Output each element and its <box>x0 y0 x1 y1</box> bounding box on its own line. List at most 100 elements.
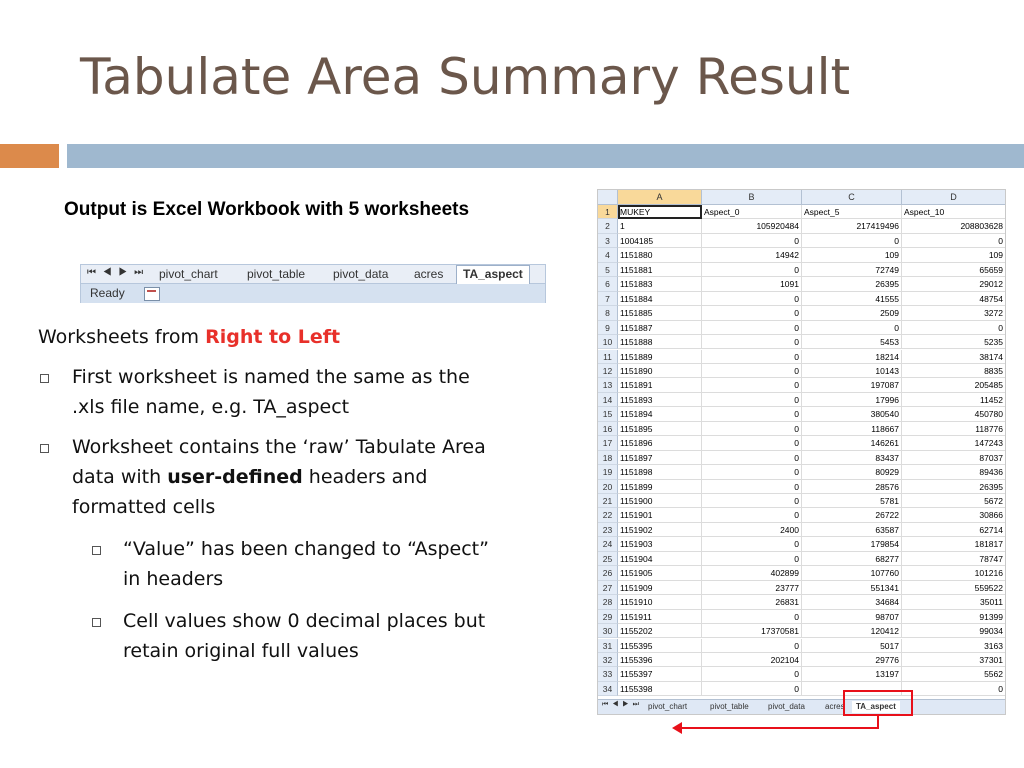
row-number[interactable]: 33 <box>598 667 618 682</box>
table-cell[interactable]: 179854 <box>802 537 902 552</box>
table-cell[interactable]: 1155398 <box>618 681 702 697</box>
row-number[interactable]: 5 <box>598 262 618 278</box>
table-cell[interactable]: 29012 <box>902 277 1005 292</box>
row-number[interactable]: 14 <box>598 392 618 408</box>
row-number[interactable]: 29 <box>598 609 618 625</box>
table-cell[interactable]: 0 <box>702 378 802 393</box>
table-cell[interactable]: 1151896 <box>618 436 702 451</box>
table-cell[interactable]: 0 <box>702 537 802 552</box>
table-cell[interactable]: 146261 <box>802 436 902 451</box>
table-cell[interactable]: 1151894 <box>618 407 702 422</box>
table-cell[interactable]: 26722 <box>802 508 902 523</box>
table-cell[interactable]: 0 <box>702 450 802 466</box>
table-cell[interactable]: 5672 <box>902 494 1005 509</box>
table-cell[interactable]: 1151905 <box>618 566 702 581</box>
table-cell[interactable]: 1155397 <box>618 667 702 682</box>
row-number[interactable]: 22 <box>598 508 618 523</box>
table-cell[interactable]: 28576 <box>802 479 902 494</box>
table-cell[interactable]: 1151884 <box>618 291 702 307</box>
table-cell[interactable]: 1004185 <box>618 233 702 249</box>
table-cell[interactable]: 72749 <box>802 262 902 278</box>
table-cell[interactable]: 1151893 <box>618 392 702 408</box>
table-cell[interactable]: 1151888 <box>618 335 702 350</box>
table-cell[interactable]: 99034 <box>902 624 1005 639</box>
tab-acres[interactable]: acres <box>408 266 449 282</box>
table-cell[interactable]: 5235 <box>902 335 1005 350</box>
table-cell[interactable]: 0 <box>702 335 802 350</box>
table-cell[interactable]: 1 <box>618 219 702 234</box>
column-header-a[interactable]: A <box>618 190 702 205</box>
table-cell[interactable]: 0 <box>702 465 802 480</box>
table-cell[interactable]: 80929 <box>802 465 902 480</box>
normal-view-icon[interactable] <box>144 287 160 301</box>
table-cell[interactable]: 91399 <box>902 610 1005 625</box>
table-cell[interactable]: 147243 <box>902 436 1005 451</box>
table-cell[interactable]: 1151883 <box>618 277 702 292</box>
table-cell[interactable]: 1155202 <box>618 624 702 639</box>
table-cell[interactable]: 0 <box>702 306 802 321</box>
table-cell[interactable]: 181817 <box>902 537 1005 552</box>
table-cell[interactable]: 35011 <box>902 595 1005 610</box>
row-number[interactable]: 2 <box>598 219 618 234</box>
table-cell[interactable]: 0 <box>702 363 802 379</box>
table-cell[interactable]: 0 <box>702 392 802 408</box>
table-cell[interactable]: 1091 <box>702 277 802 292</box>
table-cell[interactable]: 48754 <box>902 292 1005 307</box>
table-cell[interactable]: 1151909 <box>618 580 702 596</box>
table-cell[interactable]: 1151891 <box>618 378 702 393</box>
table-cell[interactable]: 10143 <box>802 363 902 379</box>
table-cell[interactable]: 26831 <box>702 595 802 610</box>
row-number[interactable]: 17 <box>598 436 618 451</box>
table-cell[interactable]: 0 <box>702 494 802 509</box>
tab-ta-aspect[interactable]: TA_aspect <box>456 265 530 284</box>
tab-pivot-table[interactable]: pivot_table <box>241 266 311 282</box>
table-cell[interactable]: 89436 <box>902 465 1005 480</box>
row-number[interactable]: 16 <box>598 421 618 437</box>
table-cell[interactable]: 26395 <box>902 480 1005 494</box>
table-cell[interactable]: 0 <box>702 551 802 567</box>
table-cell[interactable]: 26395 <box>802 277 902 292</box>
table-cell[interactable]: 109 <box>902 248 1005 263</box>
row-number[interactable]: 25 <box>598 551 618 567</box>
header-cell[interactable]: Aspect_0 <box>702 205 802 220</box>
row-number[interactable]: 15 <box>598 407 618 422</box>
table-cell[interactable]: 1151897 <box>618 450 702 466</box>
column-header-d[interactable]: D <box>902 190 1005 205</box>
table-cell[interactable]: 0 <box>902 682 1005 697</box>
table-cell[interactable]: 1151900 <box>618 494 702 509</box>
table-cell[interactable]: 208803628 <box>902 219 1005 234</box>
table-cell[interactable]: 62714 <box>902 523 1005 538</box>
table-cell[interactable]: 37301 <box>902 653 1005 668</box>
tab-navigation-arrows[interactable]: ⏮ ◀ ▶ ⏭ <box>87 267 145 278</box>
table-cell[interactable]: 38174 <box>902 350 1005 364</box>
sheet-tab-navigation-arrows[interactable]: ⏮ ◀ ▶ ⏭ <box>602 701 640 709</box>
table-cell[interactable]: 41555 <box>802 291 902 307</box>
table-cell[interactable]: 0 <box>702 291 802 307</box>
table-cell[interactable]: 0 <box>702 436 802 451</box>
table-cell[interactable]: 0 <box>902 234 1005 249</box>
table-cell[interactable]: 17996 <box>802 392 902 408</box>
sheet-tab-pivot-chart[interactable]: pivot_chart <box>644 701 691 713</box>
table-cell[interactable]: 402899 <box>702 566 802 581</box>
table-cell[interactable]: 0 <box>702 407 802 422</box>
table-cell[interactable]: 98707 <box>802 609 902 625</box>
row-number[interactable]: 31 <box>598 638 618 653</box>
table-cell[interactable]: 101216 <box>902 566 1005 581</box>
table-cell[interactable]: 29776 <box>802 652 902 668</box>
row-number[interactable]: 13 <box>598 378 618 393</box>
table-cell[interactable]: 0 <box>902 321 1005 336</box>
table-cell[interactable]: 1151889 <box>618 349 702 364</box>
row-number[interactable]: 12 <box>598 363 618 379</box>
header-cell[interactable]: Aspect_10 <box>902 205 1005 220</box>
row-number[interactable]: 18 <box>598 450 618 466</box>
row-number[interactable]: 7 <box>598 291 618 307</box>
table-cell[interactable]: 0 <box>702 262 802 278</box>
sheet-tab-pivot-table[interactable]: pivot_table <box>706 701 753 713</box>
row-number[interactable]: 21 <box>598 494 618 509</box>
row-number[interactable]: 9 <box>598 320 618 336</box>
table-cell[interactable]: 105920484 <box>702 219 802 234</box>
header-cell[interactable]: MUKEY <box>618 205 702 220</box>
table-cell[interactable]: 17370581 <box>702 624 802 639</box>
table-cell[interactable]: 1151904 <box>618 551 702 567</box>
row-number[interactable]: 23 <box>598 522 618 538</box>
